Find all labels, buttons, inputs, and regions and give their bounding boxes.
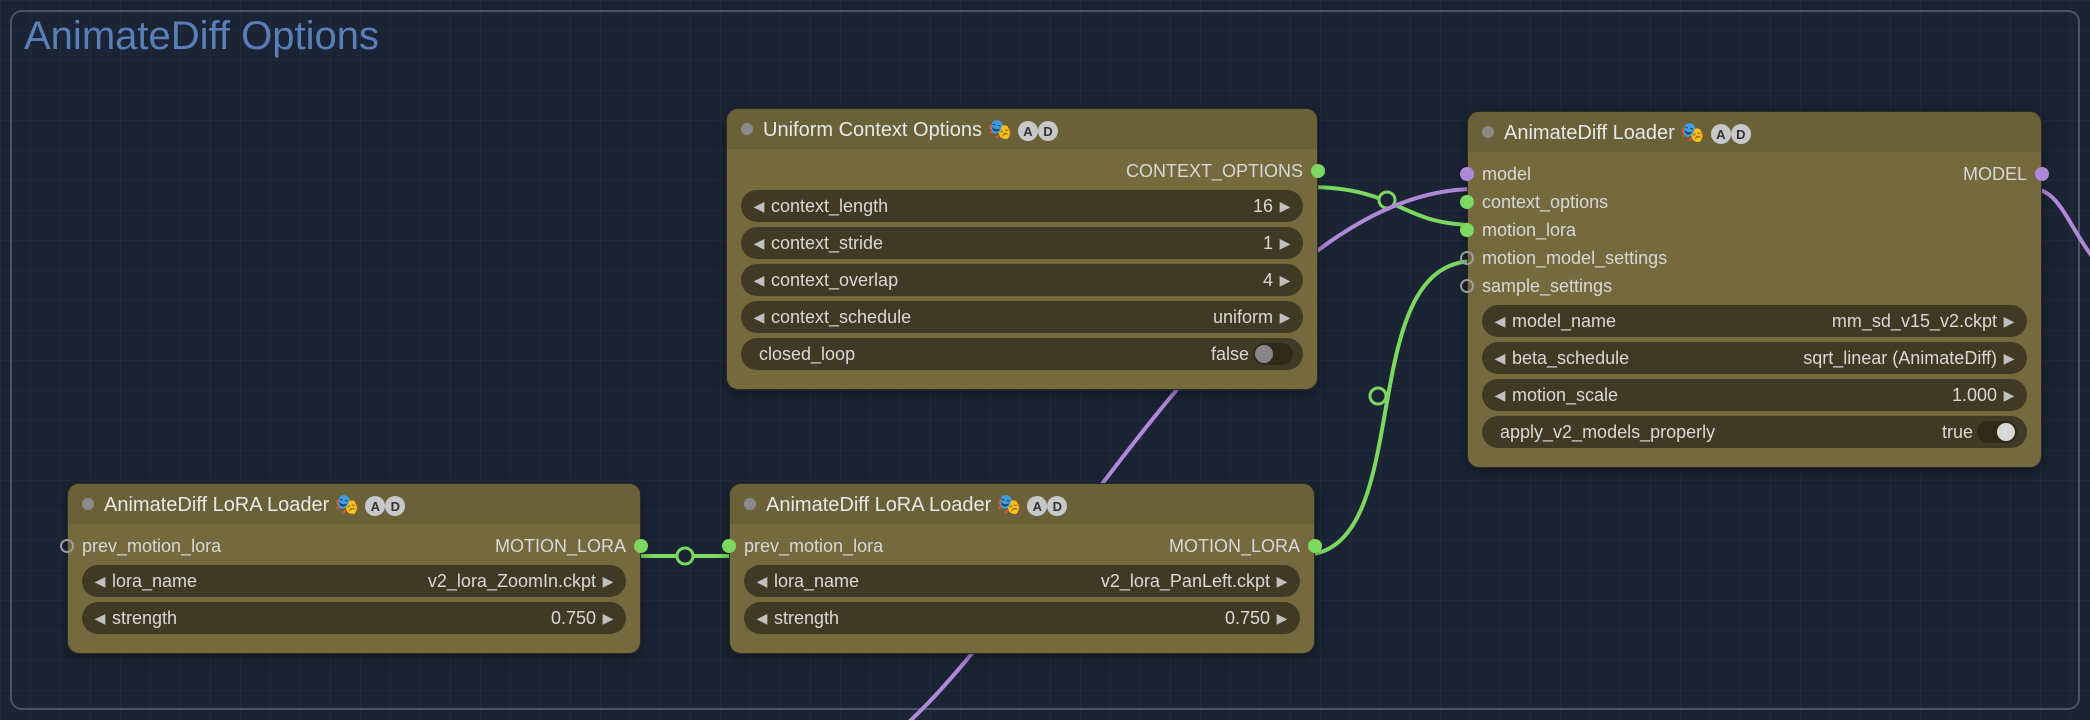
output-motion-lora[interactable]: MOTION_LORA (1169, 536, 1300, 557)
badge-a-icon: A (1018, 121, 1038, 141)
node-title: AnimateDiff Loader 🎭 AD (1504, 120, 2027, 145)
node-title: AnimateDiff LoRA Loader 🎭 AD (104, 492, 626, 517)
output-context-options[interactable]: CONTEXT_OPTIONS (741, 157, 1303, 185)
badge-d-icon: D (385, 496, 405, 516)
decrement-icon[interactable]: ◀ (751, 235, 767, 252)
widget-apply-v2[interactable]: apply_v2_models_properly true (1482, 416, 2027, 448)
input-sample-settings[interactable]: sample_settings (1482, 272, 2027, 300)
node-lora-loader-1[interactable]: AnimateDiff LoRA Loader 🎭 AD prev_motion… (67, 483, 641, 654)
output-motion-lora[interactable]: MOTION_LORA (495, 536, 626, 557)
port-icon[interactable] (2035, 167, 2049, 181)
widget-strength[interactable]: ◀ strength 0.750 ▶ (744, 602, 1300, 634)
node-header[interactable]: AnimateDiff LoRA Loader 🎭 AD (68, 484, 640, 524)
next-icon[interactable]: ▶ (600, 573, 616, 590)
node-animatediff-loader[interactable]: AnimateDiff Loader 🎭 AD model MODEL cont… (1467, 111, 2042, 468)
toggle-icon[interactable] (1977, 421, 2017, 443)
port-icon[interactable] (1460, 251, 1474, 265)
next-icon[interactable]: ▶ (1277, 309, 1293, 326)
widget-model-name[interactable]: ◀ model_name mm_sd_v15_v2.ckpt ▶ (1482, 305, 2027, 337)
input-prev-motion-lora[interactable]: prev_motion_lora (82, 536, 221, 557)
decrement-icon[interactable]: ◀ (751, 272, 767, 289)
badge-a-icon: A (365, 496, 385, 516)
widget-beta-schedule[interactable]: ◀ beta_schedule sqrt_linear (AnimateDiff… (1482, 342, 2027, 374)
port-icon[interactable] (1460, 167, 1474, 181)
widget-context-schedule[interactable]: ◀ context_schedule uniform ▶ (741, 301, 1303, 333)
widget-lora-name[interactable]: ◀ lora_name v2_lora_ZoomIn.ckpt ▶ (82, 565, 626, 597)
prev-icon[interactable]: ◀ (754, 573, 770, 590)
port-icon[interactable] (1460, 279, 1474, 293)
increment-icon[interactable]: ▶ (1277, 198, 1293, 215)
widget-context-overlap[interactable]: ◀ context_overlap 4 ▶ (741, 264, 1303, 296)
increment-icon[interactable]: ▶ (1277, 272, 1293, 289)
badge-d-icon: D (1731, 124, 1751, 144)
widget-context-stride[interactable]: ◀ context_stride 1 ▶ (741, 227, 1303, 259)
node-header[interactable]: AnimateDiff LoRA Loader 🎭 AD (730, 484, 1314, 524)
badge-d-icon: D (1047, 496, 1067, 516)
badge-d-icon: D (1038, 121, 1058, 141)
node-title: AnimateDiff LoRA Loader 🎭 AD (766, 492, 1300, 517)
decrement-icon[interactable]: ◀ (754, 610, 770, 627)
increment-icon[interactable]: ▶ (1274, 610, 1290, 627)
increment-icon[interactable]: ▶ (600, 610, 616, 627)
toggle-icon[interactable] (1253, 343, 1293, 365)
port-icon[interactable] (60, 539, 74, 553)
widget-motion-scale[interactable]: ◀ motion_scale 1.000 ▶ (1482, 379, 2027, 411)
collapse-dot-icon[interactable] (82, 498, 94, 510)
decrement-icon[interactable]: ◀ (1492, 387, 1508, 404)
next-icon[interactable]: ▶ (2001, 350, 2017, 367)
increment-icon[interactable]: ▶ (1277, 235, 1293, 252)
increment-icon[interactable]: ▶ (2001, 387, 2017, 404)
widget-closed-loop[interactable]: closed_loop false (741, 338, 1303, 370)
badge-a-icon: A (1027, 496, 1047, 516)
input-context-options[interactable]: context_options (1482, 188, 2027, 216)
port-icon[interactable] (722, 539, 736, 553)
node-uniform-context-options[interactable]: Uniform Context Options 🎭 AD CONTEXT_OPT… (726, 108, 1318, 390)
prev-icon[interactable]: ◀ (1492, 350, 1508, 367)
port-icon[interactable] (1308, 539, 1322, 553)
port-icon[interactable] (1460, 223, 1474, 237)
node-header[interactable]: Uniform Context Options 🎭 AD (727, 109, 1317, 149)
prev-icon[interactable]: ◀ (92, 573, 108, 590)
collapse-dot-icon[interactable] (1482, 126, 1494, 138)
output-model[interactable]: MODEL (1963, 164, 2027, 185)
port-icon[interactable] (1460, 195, 1474, 209)
node-title: Uniform Context Options 🎭 AD (763, 117, 1303, 142)
input-prev-motion-lora[interactable]: prev_motion_lora (744, 536, 883, 557)
next-icon[interactable]: ▶ (1274, 573, 1290, 590)
port-icon[interactable] (634, 539, 648, 553)
widget-strength[interactable]: ◀ strength 0.750 ▶ (82, 602, 626, 634)
input-motion-model-settings[interactable]: motion_model_settings (1482, 244, 2027, 272)
input-model[interactable]: model (1482, 164, 1531, 185)
badge-a-icon: A (1711, 124, 1731, 144)
widget-context-length[interactable]: ◀ context_length 16 ▶ (741, 190, 1303, 222)
node-header[interactable]: AnimateDiff Loader 🎭 AD (1468, 112, 2041, 152)
prev-icon[interactable]: ◀ (751, 309, 767, 326)
prev-icon[interactable]: ◀ (1492, 313, 1508, 330)
input-motion-lora[interactable]: motion_lora (1482, 216, 2027, 244)
collapse-dot-icon[interactable] (741, 123, 753, 135)
group-title: AnimateDiff Options (24, 14, 379, 59)
collapse-dot-icon[interactable] (744, 498, 756, 510)
next-icon[interactable]: ▶ (2001, 313, 2017, 330)
widget-lora-name[interactable]: ◀ lora_name v2_lora_PanLeft.ckpt ▶ (744, 565, 1300, 597)
node-lora-loader-2[interactable]: AnimateDiff LoRA Loader 🎭 AD prev_motion… (729, 483, 1315, 654)
decrement-icon[interactable]: ◀ (751, 198, 767, 215)
decrement-icon[interactable]: ◀ (92, 610, 108, 627)
port-icon[interactable] (1311, 164, 1325, 178)
